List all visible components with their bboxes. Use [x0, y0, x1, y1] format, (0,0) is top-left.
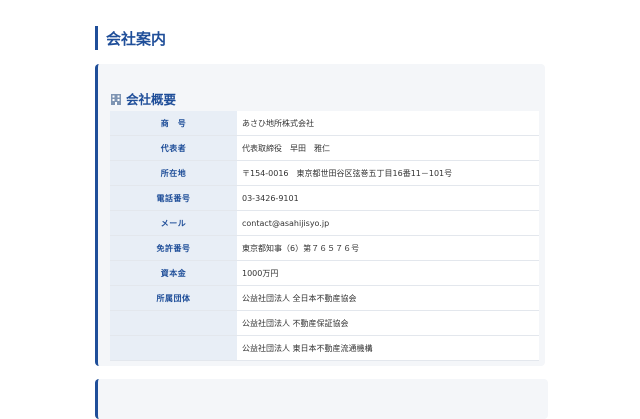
row-value: 東京都知事（6）第７６５７６号 [237, 235, 539, 261]
row-label: 代表者 [110, 135, 237, 161]
table-row: 電話番号 03-3426-9101 [110, 185, 539, 211]
row-label: 電話番号 [110, 185, 237, 211]
table-row: 公益社団法人 不動産保証協会 [110, 310, 539, 336]
table-row: 所在地 〒154-0016 東京都世田谷区弦巻五丁目16番11－101号 [110, 160, 539, 186]
row-label: 所属団体 [110, 285, 237, 311]
row-value: contact@asahijisyo.jp [237, 210, 539, 236]
table-row: 資本金 1000万円 [110, 260, 539, 286]
row-label [110, 310, 237, 336]
table-row: 免許番号 東京都知事（6）第７６５７６号 [110, 235, 539, 261]
row-label: 資本金 [110, 260, 237, 286]
row-value: 〒154-0016 東京都世田谷区弦巻五丁目16番11－101号 [237, 160, 539, 186]
row-value: あさひ地所株式会社 [237, 111, 539, 136]
table-row: 商 号 あさひ地所株式会社 [110, 111, 539, 136]
company-info-table: 商 号 あさひ地所株式会社 代表者 代表取締役 早田 雅仁 所在地 〒154-0… [110, 111, 539, 361]
row-value: 公益社団法人 不動産保証協会 [237, 310, 539, 336]
next-section-card [95, 379, 548, 419]
table-row: 公益社団法人 東日本不動産流通機構 [110, 335, 539, 361]
row-label [110, 335, 237, 361]
row-label: 所在地 [110, 160, 237, 186]
row-label: 商 号 [110, 111, 237, 136]
company-overview-heading: 会社概要 [110, 89, 176, 108]
table-row: 代表者 代表取締役 早田 雅仁 [110, 135, 539, 161]
table-row: メール contact@asahijisyo.jp [110, 210, 539, 236]
company-overview-title: 会社概要 [126, 92, 177, 107]
row-value: 公益社団法人 東日本不動産流通機構 [237, 335, 539, 361]
row-value: 公益社団法人 全日本不動産協会 [237, 285, 539, 311]
row-value: 1000万円 [237, 260, 539, 286]
row-label: メール [110, 210, 237, 236]
building-icon [110, 93, 122, 105]
table-row: 所属団体 公益社団法人 全日本不動産協会 [110, 285, 539, 311]
row-label: 免許番号 [110, 235, 237, 261]
row-value: 代表取締役 早田 雅仁 [237, 135, 539, 161]
page-title: 会社案内 [95, 26, 166, 50]
row-value: 03-3426-9101 [237, 185, 539, 211]
company-overview-card: 会社概要 商 号 あさひ地所株式会社 代表者 代表取締役 早田 雅仁 所在地 〒… [95, 64, 545, 366]
